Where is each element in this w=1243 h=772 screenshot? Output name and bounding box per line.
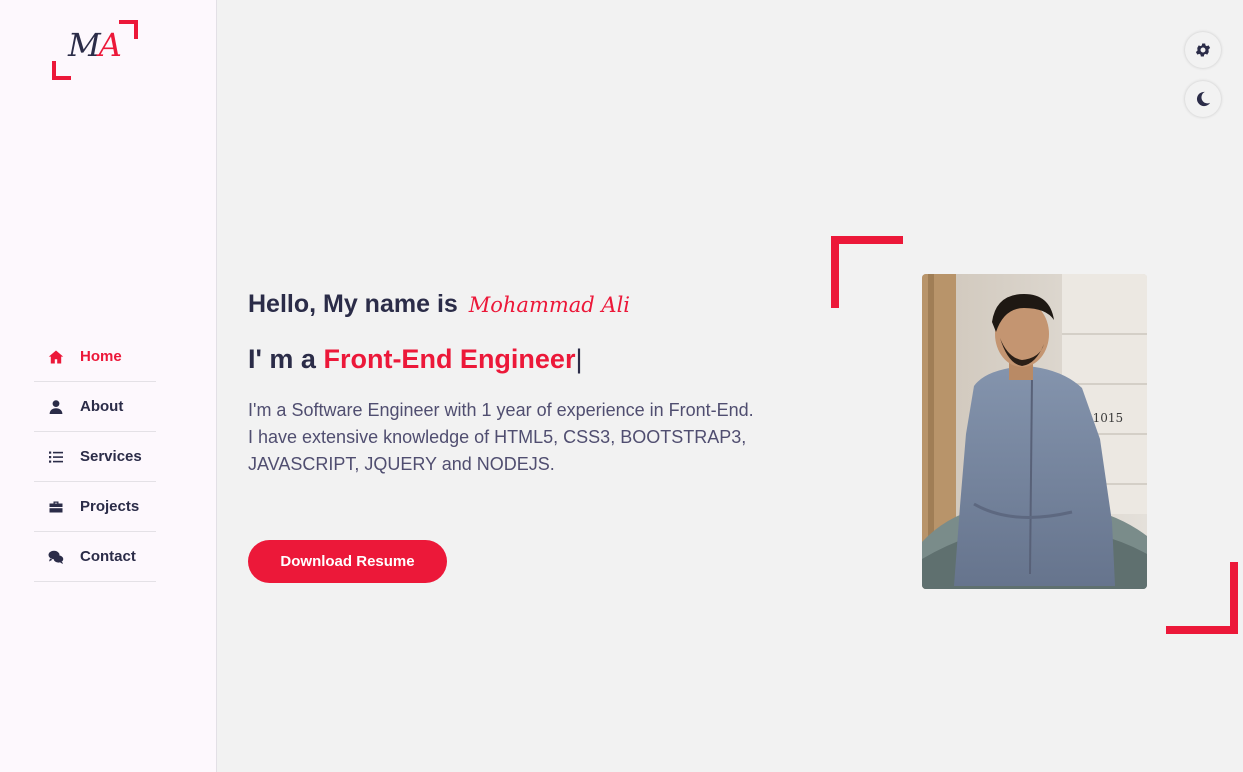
list-icon: [46, 449, 66, 465]
user-icon: [46, 399, 66, 415]
bio: I'm a Software Engineer with 1 year of e…: [248, 397, 818, 478]
typing-cursor: |: [575, 344, 583, 374]
logo-mark: MA: [68, 26, 122, 64]
nav-item-projects[interactable]: Projects: [34, 482, 156, 532]
bio-line: I have extensive knowledge of HTML5, CSS…: [248, 427, 747, 447]
nav-item-services[interactable]: Services: [34, 432, 156, 482]
download-resume-button[interactable]: Download Resume: [248, 540, 447, 583]
nav-label-projects: Projects: [80, 498, 140, 515]
comments-icon: [46, 549, 66, 565]
role-heading: I' m a Front-End Engineer|: [248, 344, 582, 375]
nav-item-contact[interactable]: Contact: [34, 532, 156, 582]
logo[interactable]: MA: [52, 20, 138, 80]
bio-line: I'm a Software Engineer with 1 year of e…: [248, 400, 754, 420]
decor-corner-top-left: [831, 236, 903, 308]
role-prefix: I' m a: [248, 344, 316, 374]
nav-item-about[interactable]: About: [34, 382, 156, 432]
owner-name: Mohammad Ali: [468, 293, 631, 317]
nav-label-contact: Contact: [80, 548, 136, 565]
main-nav: Home About Services Projects Contact: [34, 332, 156, 582]
decor-corner-bottom-right: [1166, 562, 1238, 634]
greeting: Hello, My name is Mohammad Ali: [248, 290, 630, 319]
bio-line: JAVASCRIPT, JQUERY and NODEJS.: [248, 454, 555, 474]
nav-label-home: Home: [80, 348, 122, 365]
home-icon: [46, 349, 66, 365]
settings-button[interactable]: [1185, 32, 1221, 68]
gear-icon: [1195, 43, 1211, 57]
greeting-prefix: Hello, My name is: [248, 290, 458, 318]
typed-role: Front-End Engineer: [323, 344, 576, 374]
profile-photo: 21015: [922, 274, 1147, 589]
nav-label-about: About: [80, 398, 124, 415]
nav-label-services: Services: [80, 448, 142, 465]
moon-icon: [1196, 91, 1211, 107]
theme-toggle-button[interactable]: [1185, 81, 1221, 117]
briefcase-icon: [46, 499, 66, 515]
logo-bracket-top-right: [119, 20, 138, 39]
nav-item-home[interactable]: Home: [34, 332, 156, 382]
sidebar: MA Home About Services Projects Contact: [0, 0, 217, 772]
